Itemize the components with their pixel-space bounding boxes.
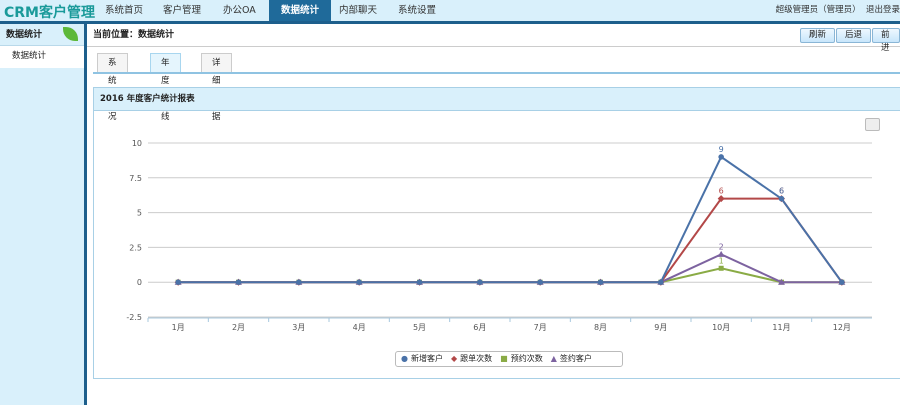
- y-tick-label: -2.5: [126, 313, 142, 322]
- y-tick-label: 5: [137, 209, 142, 218]
- data-point: [718, 154, 724, 160]
- y-tick-label: 2.5: [129, 243, 142, 252]
- legend-label: 跟单次数: [460, 354, 493, 363]
- data-point: [296, 279, 302, 286]
- data-point: [235, 279, 242, 286]
- y-tick-label: 0: [137, 278, 142, 287]
- x-tick-label: 7月: [534, 323, 547, 332]
- data-point: [839, 279, 845, 286]
- x-tick-label: 5月: [413, 323, 426, 332]
- series-line: [178, 267, 842, 284]
- print-icon[interactable]: [865, 118, 880, 131]
- series-line: [178, 197, 843, 284]
- x-tick-label: 4月: [353, 323, 366, 332]
- legend-marker-icon: ▲: [550, 354, 557, 363]
- legend-item[interactable]: ◆ 跟单次数: [451, 354, 492, 363]
- y-tick-label: 7.5: [129, 174, 142, 183]
- legend-marker-icon: ■: [500, 354, 508, 363]
- data-label: 2: [719, 242, 724, 251]
- x-tick-label: 11月: [772, 323, 790, 332]
- data-point: [537, 279, 543, 286]
- legend-item[interactable]: ● 新增客户: [401, 354, 443, 363]
- legend-marker-icon: ●: [401, 354, 408, 363]
- data-point: [778, 195, 785, 202]
- x-tick-label: 1月: [172, 323, 185, 332]
- line-chart: 107.552.50-2.51月 2月 3月 4月 5月 6月 7月 8月 9月 10月 11月 12…: [126, 139, 872, 332]
- legend-label: 新增客户: [410, 354, 443, 363]
- data-point: [597, 279, 604, 286]
- chart-legend: ● 新增客户 ◆ 跟单次数 ■ 预约次数 ▲ 签约客户: [395, 351, 623, 367]
- data-label: 6: [719, 187, 724, 196]
- data-point: [717, 250, 725, 257]
- x-tick-label: 10月: [712, 323, 730, 332]
- legend-marker-icon: ◆: [450, 354, 458, 363]
- data-label: 6: [779, 187, 784, 196]
- y-tick-label: 10: [132, 139, 142, 148]
- x-tick-label: 12月: [833, 323, 851, 332]
- series-line: [178, 253, 842, 284]
- data-point: [356, 279, 362, 286]
- data-label: 9: [719, 145, 724, 154]
- data-point: [416, 279, 423, 286]
- data-point: [658, 279, 664, 286]
- x-tick-label: 3月: [292, 323, 305, 332]
- legend-label: 预约次数: [510, 354, 543, 363]
- data-label: 1: [719, 256, 724, 265]
- legend-item[interactable]: ■ 预约次数: [500, 354, 543, 363]
- x-tick-label: 6月: [473, 323, 486, 332]
- data-point: [477, 279, 483, 286]
- x-tick-label: 2月: [232, 323, 245, 332]
- x-tick-label: 8月: [594, 323, 607, 332]
- legend-label: 签约客户: [559, 354, 592, 363]
- legend-item[interactable]: ▲ 签约客户: [551, 354, 592, 363]
- data-point: [175, 279, 181, 286]
- data-point: [718, 265, 724, 271]
- x-tick-label: 9月: [654, 323, 667, 332]
